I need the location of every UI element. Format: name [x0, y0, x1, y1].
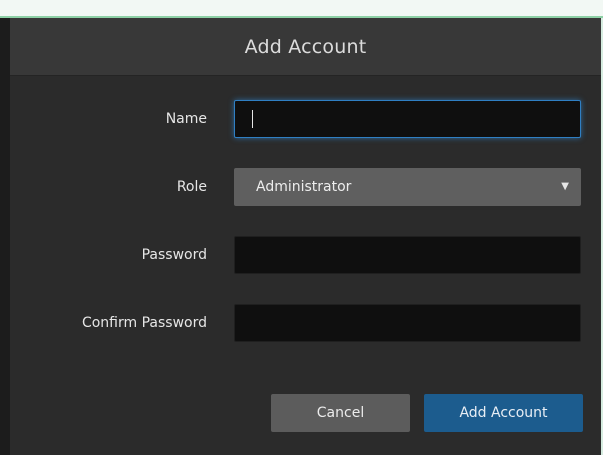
role-select-value: Administrator: [256, 179, 352, 195]
name-row: Name: [10, 100, 601, 138]
password-row: Password: [10, 236, 601, 274]
password-label: Password: [141, 247, 207, 263]
role-label: Role: [176, 179, 207, 195]
cancel-button[interactable]: Cancel: [271, 394, 410, 432]
background-page: [0, 18, 10, 455]
background-banner: [0, 0, 603, 18]
role-select[interactable]: Administrator ▼: [234, 168, 581, 206]
confirm-password-row: Confirm Password: [10, 304, 601, 342]
password-input[interactable]: [234, 236, 581, 274]
name-input[interactable]: [234, 100, 581, 138]
dialog-header: Add Account: [10, 18, 601, 76]
confirm-password-label: Confirm Password: [81, 315, 207, 331]
name-label: Name: [165, 111, 207, 127]
chevron-down-icon: ▼: [561, 181, 569, 192]
add-account-dialog: Add Account Name Role Administrator ▼ Pa…: [10, 18, 601, 455]
page: Add Account Name Role Administrator ▼ Pa…: [0, 0, 603, 455]
confirm-password-input[interactable]: [234, 304, 581, 342]
text-caret: [252, 110, 253, 128]
role-row: Role Administrator ▼: [10, 168, 601, 206]
add-account-button[interactable]: Add Account: [424, 394, 583, 432]
dialog-title: Add Account: [244, 35, 367, 58]
